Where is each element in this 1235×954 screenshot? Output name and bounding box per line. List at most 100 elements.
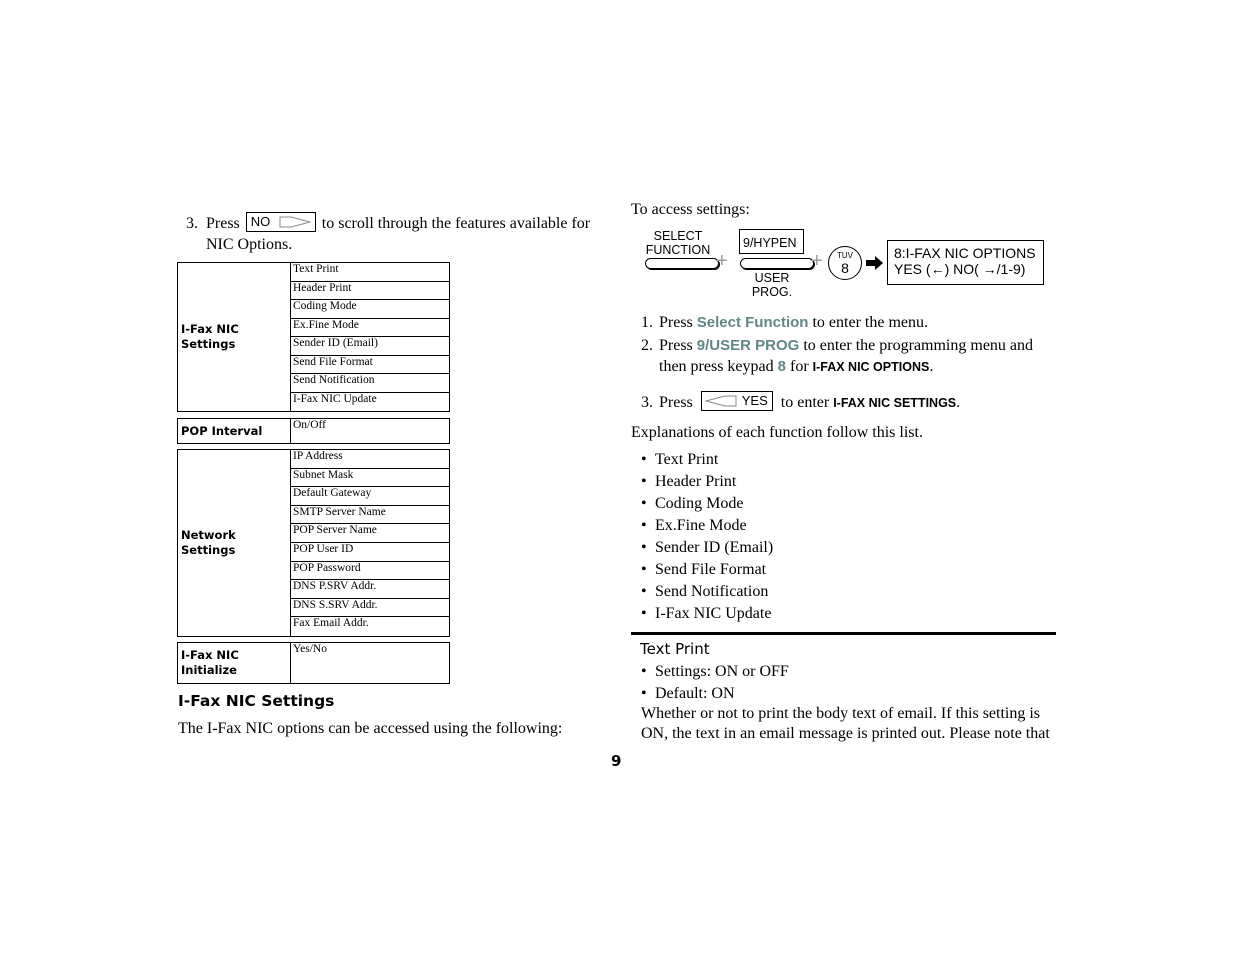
list-item-text: Settings: ON or OFF [655,663,789,680]
step-number: 3. [186,215,198,232]
yes-key-label: YES [741,393,768,409]
no-key-label: NO [250,214,271,230]
page-number: 9 [611,752,622,770]
step-text: Press [659,314,693,331]
step-text: Press [659,337,693,354]
group-header: Network Settings [178,450,291,636]
plus-sign: + [811,250,823,272]
list-item-text: Ex.Fine Mode [655,517,747,534]
select-label-line1: SELECT [653,229,703,243]
menu-item: IP Address [291,450,449,469]
section-body: The I-Fax NIC options can be accessed us… [178,720,563,737]
select-label-line2: FUNCTION [645,243,711,257]
menu-item: POP Password [291,562,449,581]
step-number: 2. [641,337,653,354]
list-item-text: Coding Mode [655,495,744,512]
list-item: • Default: ON [641,685,735,702]
menu-item: DNS P.SRV Addr. [291,580,449,599]
pop-interval-group: POP Interval On/Off [177,418,450,444]
list-item-text: Header Print [655,473,737,490]
yes-key-button: YES [700,391,773,412]
ifax-nic-settings-ref: I-FAX NIC SETTINGS [833,396,957,410]
step-text: to enter [780,394,830,411]
menu-item: Subnet Mask [291,469,449,488]
list-item: • Send Notification [641,583,769,600]
period: . [929,358,934,375]
lcd-line1: 8:I-FAX NIC OPTIONS [894,245,1036,261]
lcd-line2: YES (←) NO( →/1-9) [894,261,1026,277]
list-item: • Send File Format [641,561,767,578]
menu-item: DNS S.SRV Addr. [291,599,449,618]
user-label-line1: USER [754,271,790,285]
list-item: • Header Print [641,473,737,490]
section-title: I-Fax NIC Settings [178,692,335,710]
keypad-8-key: TUV 8 [828,246,862,280]
group-header-line1: I-Fax NIC [181,648,239,662]
step-1: 1. Press Select Function to enter the men… [641,312,1056,333]
step-2: 2. Press 9/USER PROG to enter the program… [641,335,1056,378]
menu-item: Sender ID (Email) [291,337,449,356]
explanations-intro: Explanations of each function follow thi… [631,424,923,441]
list-item: • Ex.Fine Mode [641,517,747,534]
list-item: • Text Print [641,451,719,468]
keypad-8-ref: 8 [777,358,786,375]
menu-item: Send Notification [291,374,449,393]
section-divider [631,632,1056,635]
menu-item: POP User ID [291,543,449,562]
function-list: • Text Print • Header Print • Coding Mode •… [641,449,773,625]
group-header: POP Interval [178,419,291,443]
network-settings-group: Network Settings IP Address Subnet Mask … [177,449,450,637]
select-function-label: SELECT FUNCTION [643,229,713,257]
menu-item: Send File Format [291,356,449,374]
menu-item: Yes/No [293,643,327,655]
menu-item: I-Fax NIC Update [293,392,377,405]
menu-item: Ex.Fine Mode [291,319,449,337]
list-item: • Settings: ON or OFF [641,663,789,680]
list-item-text: Send Notification [655,583,769,600]
ifax-nic-initialize-group: I-Fax NIC Initialize Yes/No [177,642,450,684]
step-number: 1. [641,314,653,331]
menu-item: Default Gateway [291,487,449,506]
step-3-yes-key: 3. Press YES to enter I-FAX NIC SETTINGS. [641,391,1056,414]
access-intro: To access settings: [631,201,750,218]
user-prog-label: USER PROG. [740,271,804,299]
user-prog-key [740,258,814,269]
select-function-key [645,258,719,269]
user-prog-ref: 9/USER PROG [696,337,800,354]
list-item-text: Send File Format [655,561,767,578]
right-arrow-icon [866,256,883,270]
text-print-bullets: • Settings: ON or OFF • Default: ON [641,661,789,705]
menu-item: On/Off [293,419,327,431]
text-print-body: Whether or not to print the body text of… [641,705,1050,742]
menu-item: Text Print [291,263,449,282]
step-text: for [789,358,809,375]
menu-item: Coding Mode [291,300,449,319]
press-label: Press [206,215,240,232]
right-arrow-outline-icon [279,216,311,228]
menu-item: Header Print [291,282,449,300]
select-function-ref: Select Function [696,314,809,331]
step-text: then press keypad [659,358,774,375]
key-digit: 8 [841,260,849,276]
step-3-no-key: 3. Press NO to scroll through the features … [186,212,616,255]
step-3-text-line1: to scroll through the features available… [321,215,591,232]
step-3-text-line2: NIC Options. [206,236,293,254]
menu-item: Fax Email Addr. [293,617,369,630]
left-arrow-outline-icon [704,395,737,407]
text-print-title: Text Print [640,640,710,658]
list-item-text: Text Print [655,451,719,468]
group-header: I-Fax NIC Initialize [178,643,291,683]
list-item-text: I-Fax NIC Update [655,605,772,622]
list-item-text: Sender ID (Email) [655,539,774,556]
menu-item: SMTP Server Name [291,506,449,525]
step-number: 3. [641,394,653,411]
lcd-display: 8:I-FAX NIC OPTIONS YES (←) NO( →/1-9) [887,240,1044,285]
list-item-text: Default: ON [655,685,735,702]
list-item: • Sender ID (Email) [641,539,774,556]
hypen-label-box: 9/HYPEN [739,229,804,254]
plus-sign: + [716,250,728,272]
list-item: • Coding Mode [641,495,744,512]
step-text: to enter the menu. [812,314,928,331]
group-header-line2: Initialize [181,663,237,677]
ifax-nic-options-ref: I-FAX NIC OPTIONS [812,360,930,374]
